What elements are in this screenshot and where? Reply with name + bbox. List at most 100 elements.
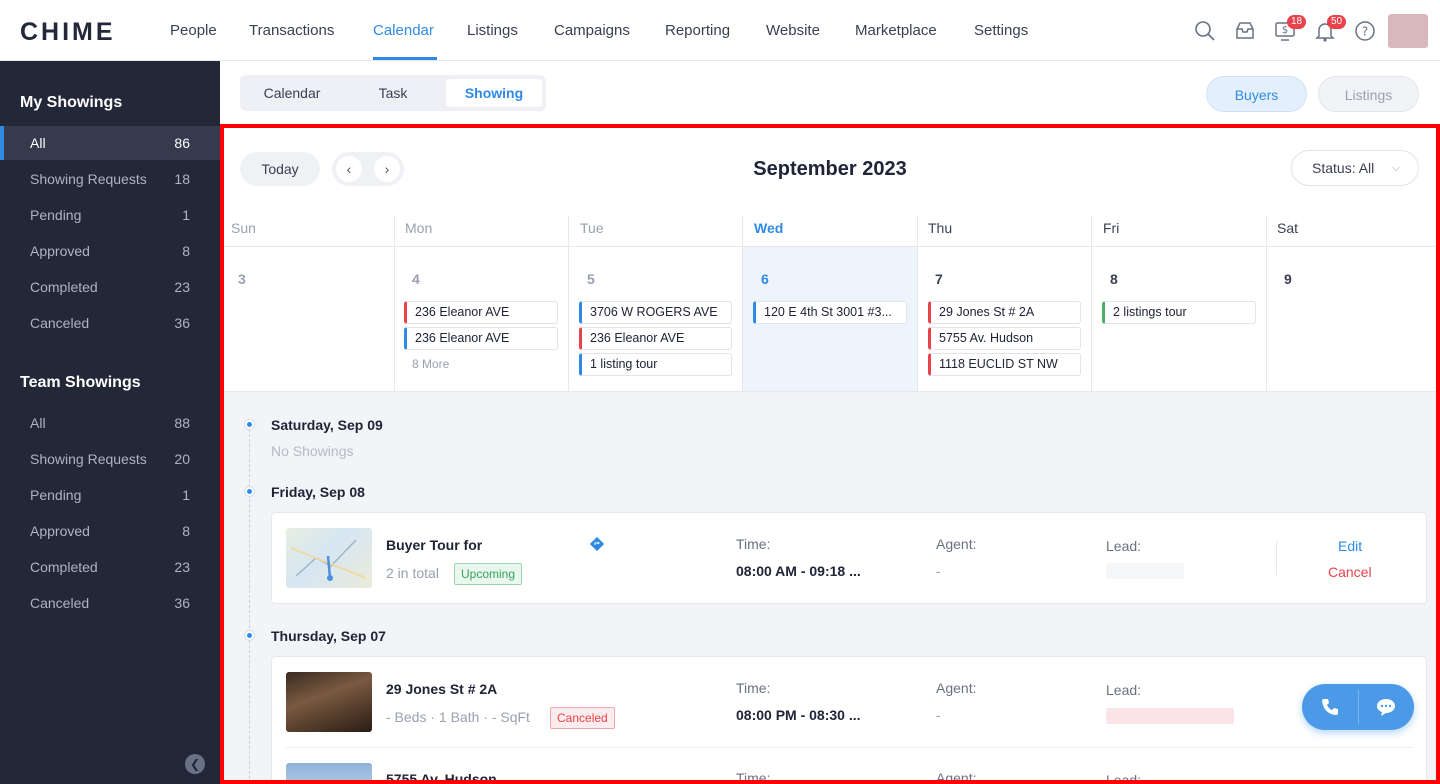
nav-transactions[interactable]: Transactions — [249, 22, 334, 39]
my-showings-title: My Showings — [20, 94, 123, 111]
tab-task[interactable]: Task — [344, 79, 442, 107]
card-row-divider — [286, 747, 1412, 748]
tab-showing[interactable]: Showing — [446, 79, 542, 107]
sidebar-item-label: Completed — [30, 559, 98, 575]
sidebar-my-showing-requests[interactable]: Showing Requests 18 — [0, 162, 220, 196]
buyers-toggle[interactable]: Buyers — [1206, 76, 1307, 112]
sidebar-team-showing-requests[interactable]: Showing Requests 20 — [0, 442, 220, 476]
help-icon[interactable]: ? — [1354, 20, 1376, 42]
showing-card[interactable]: 29 Jones St # 2A - Beds · 1 Bath · - SqF… — [271, 656, 1427, 784]
sidebar-item-count: 88 — [174, 415, 190, 431]
sidebar-my-all[interactable]: All 86 — [0, 126, 220, 160]
calendar-event[interactable]: 5755 Av. Hudson — [928, 327, 1081, 350]
calendar-event[interactable]: 236 Eleanor AVE — [404, 327, 558, 350]
sidebar-my-pending[interactable]: Pending 1 — [0, 198, 220, 232]
weekday-mon: Mon — [405, 220, 433, 236]
directions-icon[interactable] — [590, 537, 604, 551]
timeline-dot — [245, 487, 254, 496]
sidebar-item-count: 8 — [182, 243, 190, 259]
edit-button[interactable]: Edit — [1338, 538, 1362, 554]
sidebar-item-label: Pending — [30, 487, 82, 503]
timeline-date: Saturday, Sep 09 — [271, 417, 383, 433]
sidebar-item-label: Pending — [30, 207, 82, 223]
sidebar-item-count: 86 — [174, 135, 190, 151]
nav-listings[interactable]: Listings — [467, 22, 518, 39]
weekday-sun: Sun — [231, 220, 256, 236]
sidebar-my-canceled[interactable]: Canceled 36 — [0, 306, 220, 340]
calendar-event[interactable]: 236 Eleanor AVE — [579, 327, 732, 350]
status-filter-value: Status: All — [1312, 160, 1375, 176]
timeline-date: Friday, Sep 08 — [271, 484, 365, 500]
date-number[interactable]: 6 — [761, 271, 769, 287]
sidebar-collapse-icon[interactable]: ❮ — [185, 754, 205, 774]
nav-calendar[interactable]: Calendar — [373, 22, 434, 39]
date-number[interactable]: 7 — [935, 271, 943, 287]
sidebar-item-count: 18 — [174, 171, 190, 187]
time-label: Time: — [736, 770, 771, 784]
sidebar-team-pending[interactable]: Pending 1 — [0, 478, 220, 512]
column-divider — [1266, 216, 1267, 392]
sidebar-item-count: 20 — [174, 451, 190, 467]
agent-label: Agent: — [936, 536, 977, 552]
sidebar-team-canceled[interactable]: Canceled 36 — [0, 586, 220, 620]
date-number[interactable]: 9 — [1284, 271, 1292, 287]
calendar-event[interactable]: 120 E 4th St 3001 #3... — [753, 301, 907, 324]
svg-text:?: ? — [1362, 25, 1368, 39]
listings-toggle[interactable]: Listings — [1318, 76, 1419, 112]
date-number[interactable]: 4 — [412, 271, 420, 287]
user-avatar[interactable] — [1388, 14, 1428, 48]
tab-calendar[interactable]: Calendar — [244, 79, 340, 107]
sidebar-item-label: All — [30, 415, 46, 431]
chat-icon[interactable] — [1376, 697, 1396, 717]
sidebar-item-count: 8 — [182, 523, 190, 539]
showing-title[interactable]: 5755 Av. Hudson — [386, 771, 497, 780]
showing-card[interactable]: Buyer Tour for 2 in total Upcoming Time:… — [271, 512, 1427, 604]
sidebar-item-label: Approved — [30, 243, 90, 259]
nav-people[interactable]: People — [170, 22, 217, 39]
calendar-event[interactable]: 1 listing tour — [579, 353, 732, 376]
svg-text:$: $ — [1282, 25, 1288, 36]
sidebar-item-count: 36 — [174, 315, 190, 331]
sidebar-my-completed[interactable]: Completed 23 — [0, 270, 220, 304]
sidebar-team-all[interactable]: All 88 — [0, 406, 220, 440]
date-number[interactable]: 3 — [238, 271, 246, 287]
inbox-icon[interactable] — [1234, 20, 1256, 42]
app-logo[interactable]: CHIME — [20, 18, 116, 47]
nav-reporting[interactable]: Reporting — [665, 22, 730, 39]
lead-label: Lead: — [1106, 772, 1142, 784]
sidebar-item-label: Approved — [30, 523, 90, 539]
calendar-event[interactable]: 3706 W ROGERS AVE — [579, 301, 732, 324]
header-divider — [224, 246, 1436, 247]
sidebar-team-completed[interactable]: Completed 23 — [0, 550, 220, 584]
nav-marketplace[interactable]: Marketplace — [855, 22, 937, 39]
view-tabs: Calendar Task Showing — [240, 75, 546, 111]
date-number[interactable]: 8 — [1110, 271, 1118, 287]
date-number[interactable]: 5 — [587, 271, 595, 287]
more-events-link[interactable]: 8 More — [412, 357, 449, 371]
sidebar-item-count: 36 — [174, 595, 190, 611]
nav-campaigns[interactable]: Campaigns — [554, 22, 630, 39]
cancel-button[interactable]: Cancel — [1328, 564, 1372, 580]
nav-settings[interactable]: Settings — [974, 22, 1028, 39]
time-label: Time: — [736, 680, 771, 696]
calendar-event[interactable]: 2 listings tour — [1102, 301, 1256, 324]
calendar-event[interactable]: 1118 EUCLID ST NW — [928, 353, 1081, 376]
showings-panel: Today ‹ › September 2023 Status: All ⌵ Su… — [220, 124, 1440, 784]
sidebar-my-approved[interactable]: Approved 8 — [0, 234, 220, 268]
fab-divider — [1358, 690, 1359, 724]
lead-label: Lead: — [1106, 682, 1142, 698]
phone-icon[interactable] — [1320, 697, 1340, 717]
showing-title[interactable]: Buyer Tour for — [386, 537, 482, 553]
status-filter-dropdown[interactable]: Status: All ⌵ — [1291, 150, 1419, 186]
sidebar-item-label: Showing Requests — [30, 171, 147, 187]
search-icon[interactable] — [1194, 20, 1216, 42]
agent-value: - — [936, 563, 941, 579]
nav-website[interactable]: Website — [766, 22, 820, 39]
showing-title[interactable]: 29 Jones St # 2A — [386, 681, 497, 697]
column-divider — [568, 216, 569, 392]
sidebar-team-approved[interactable]: Approved 8 — [0, 514, 220, 548]
calendar-event[interactable]: 236 Eleanor AVE — [404, 301, 558, 324]
calendar-event[interactable]: 29 Jones St # 2A — [928, 301, 1081, 324]
top-nav: CHIME People Transactions Calendar Listi… — [0, 0, 1440, 61]
actions-divider — [1276, 541, 1277, 575]
